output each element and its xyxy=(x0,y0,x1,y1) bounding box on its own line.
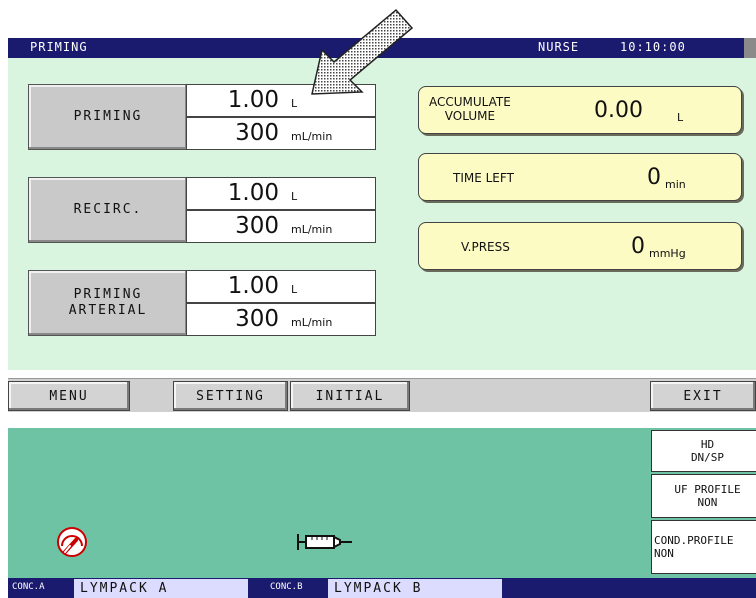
initial-button[interactable]: INITIAL xyxy=(290,381,410,411)
v-press-button[interactable]: V.PRESS 0 mmHg xyxy=(418,222,742,270)
time-left-button[interactable]: TIME LEFT 0 min xyxy=(418,153,742,201)
time-left-label: TIME LEFT xyxy=(453,171,514,185)
lower-panel: HD DN/SP UF PROFILE NON COND.PROFILE NON xyxy=(8,428,756,578)
mode-status[interactable]: HD DN/SP xyxy=(651,430,756,472)
conc-a-tag: CONC.A xyxy=(12,582,45,592)
priming-arterial-volume-field[interactable]: 1.00 L xyxy=(186,270,376,303)
priming-rate-unit: mL/min xyxy=(291,130,333,143)
recirc-rate-unit: mL/min xyxy=(291,223,333,236)
conc-b-value[interactable]: LYMPACK B xyxy=(328,579,502,598)
menu-button[interactable]: MENU xyxy=(8,381,130,411)
priming-volume-value: 1.00 xyxy=(227,87,279,113)
accumulate-volume-value: 0.00 xyxy=(594,98,643,123)
priming-label: PRIMING xyxy=(28,84,188,150)
conc-b-tag: CONC.B xyxy=(270,582,303,592)
v-press-label: V.PRESS xyxy=(461,240,510,254)
recirc-volume-value: 1.00 xyxy=(227,180,279,206)
v-press-value: 0 xyxy=(631,234,645,259)
priming-arterial-rate-field[interactable]: 300 mL/min xyxy=(186,303,376,336)
priming-volume-unit: L xyxy=(291,97,298,110)
recirc-volume-field[interactable]: 1.00 L xyxy=(186,177,376,210)
exit-button[interactable]: EXIT xyxy=(650,381,756,411)
priming-arterial-label: PRIMING ARTERIAL xyxy=(28,270,188,336)
cond-profile-status[interactable]: COND.PROFILE NON xyxy=(651,520,756,574)
main-panel: PRIMING 1.00 L 300 mL/min RECIRC. 1.00 L… xyxy=(8,58,756,370)
priming-arterial-volume-unit: L xyxy=(291,283,298,296)
recirc-volume-unit: L xyxy=(291,190,298,203)
recirc-rate-field[interactable]: 300 mL/min xyxy=(186,210,376,243)
syringe-icon[interactable] xyxy=(296,531,356,553)
bottom-bar: CONC.A LYMPACK A CONC.B LYMPACK B xyxy=(8,578,756,598)
pointer-arrow-icon xyxy=(311,8,414,95)
priming-arterial-volume-value: 1.00 xyxy=(227,273,279,299)
recirc-label: RECIRC. xyxy=(28,177,188,243)
accumulate-volume-button[interactable]: ACCUMULATE VOLUME 0.00 L xyxy=(418,86,742,134)
recirc-rate-value: 300 xyxy=(235,213,279,239)
priming-arterial-rate-value: 300 xyxy=(235,306,279,332)
menu-bar: MENU SETTING INITIAL EXIT xyxy=(8,378,756,412)
accumulate-volume-unit: L xyxy=(677,111,684,124)
time-left-value: 0 xyxy=(647,165,661,190)
priming-rate-field[interactable]: 300 mL/min xyxy=(186,117,376,150)
title-bar-end-block xyxy=(744,38,756,58)
setting-button[interactable]: SETTING xyxy=(173,381,288,411)
priming-rate-value: 300 xyxy=(235,120,279,146)
gauge-icon[interactable] xyxy=(56,526,88,558)
time-left-unit: min xyxy=(665,178,686,191)
priming-arterial-rate-unit: mL/min xyxy=(291,316,333,329)
v-press-unit: mmHg xyxy=(649,247,686,260)
screen-title: PRIMING xyxy=(30,40,88,54)
clock: 10:10:00 xyxy=(620,40,686,54)
uf-profile-status[interactable]: UF PROFILE NON xyxy=(651,474,756,518)
user-role: NURSE xyxy=(538,40,580,54)
accumulate-volume-label: ACCUMULATE VOLUME xyxy=(429,95,511,123)
conc-a-value[interactable]: LYMPACK A xyxy=(74,579,248,598)
